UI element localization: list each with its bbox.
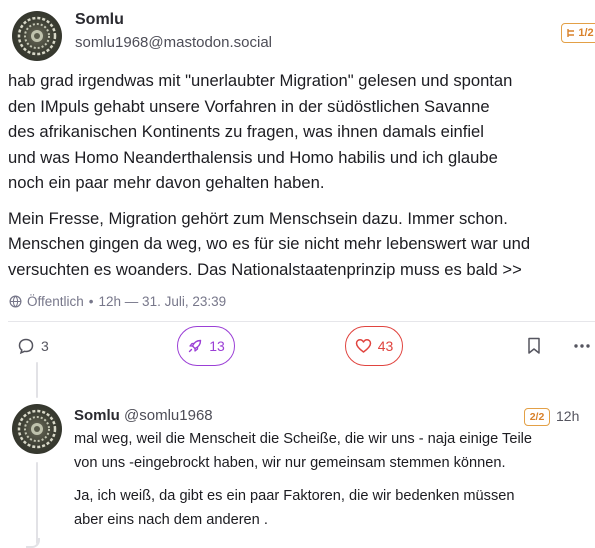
post-timestamp[interactable]: 12h — 31. Juli, 23:39: [99, 294, 227, 309]
rocket-icon: [189, 339, 202, 353]
bookmark-icon: [528, 337, 540, 354]
ellipsis-icon: [574, 344, 590, 348]
text-line: Ja, ich weiß, da gibt es ein paar Faktor…: [74, 488, 515, 504]
divider: [8, 321, 595, 322]
visibility-label[interactable]: Öffentlich: [27, 294, 84, 309]
author-handle[interactable]: somlu1968@mastodon.social: [75, 34, 272, 51]
reply-header: Somlu @somlu1968: [74, 407, 213, 424]
paragraph: Mein Fresse, Migration gehört zum Mensch…: [8, 206, 588, 283]
post-content: hab grad irgendwas mit "unerlaubter Migr…: [8, 68, 588, 282]
reply-time[interactable]: 12h: [556, 408, 579, 424]
text-line: Mein Fresse, Migration gehört zum Mensch…: [8, 208, 508, 228]
post-meta: Öffentlich • 12h — 31. Juli, 23:39: [9, 294, 226, 309]
thread-position: 2/2: [529, 411, 545, 423]
paragraph: hab grad irgendwas mit "unerlaubter Migr…: [8, 68, 588, 196]
thread-position: 1/2: [578, 27, 594, 39]
thread-line-end: [26, 538, 40, 548]
reply-count: 3: [41, 338, 49, 354]
text-line: von uns -eingebrockt haben, wir nur geme…: [74, 454, 506, 471]
text-line: versuchten es woanders. Das Nationalstaa…: [8, 259, 522, 279]
thread-position-badge: 2/2: [524, 408, 550, 426]
text-line: hab grad irgendwas mit "unerlaubter Migr…: [8, 71, 513, 90]
text-line: den IMpuls gehabt unsere Vorfahren in de…: [8, 96, 490, 116]
thread-icon: [567, 29, 575, 37]
boost-count: 13: [209, 338, 225, 354]
reply-icon: [18, 338, 34, 355]
avatar[interactable]: [12, 404, 62, 454]
favourite-button[interactable]: 43: [345, 326, 403, 366]
paragraph: mal weg, weil die Menscheit die Scheiße,…: [74, 428, 589, 475]
text-line: des afrikanischen Kontinents zu fragen, …: [8, 122, 484, 141]
more-button[interactable]: [586, 416, 595, 420]
boost-button[interactable]: 13: [177, 326, 235, 366]
heart-icon: [355, 339, 371, 353]
author-handle[interactable]: @somlu1968: [124, 407, 213, 424]
paragraph: Ja, ich weiß, da gibt es ein paar Faktor…: [74, 485, 589, 532]
reply-button[interactable]: 3: [17, 334, 49, 358]
meta-separator: •: [88, 294, 94, 309]
text-line: und was Homo Neanderthalensis und Homo h…: [8, 147, 498, 167]
text-line: mal weg, weil die Menscheit die Scheiße,…: [74, 431, 533, 447]
bookmark-button[interactable]: [524, 336, 544, 356]
author-name[interactable]: Somlu: [74, 407, 120, 424]
author-name[interactable]: Somlu: [75, 11, 124, 29]
thread-line: [36, 362, 38, 398]
globe-icon: [9, 295, 22, 308]
thread-line: [36, 462, 38, 544]
favourite-count: 43: [377, 338, 394, 354]
avatar-image: [17, 409, 57, 449]
text-line: noch ein paar mehr davon gehalten haben.: [8, 173, 325, 192]
thread-position-badge: 1/2: [561, 23, 595, 43]
avatar[interactable]: [12, 11, 62, 61]
text-line: Menschen gingen da weg, wo es für sie ni…: [8, 234, 531, 253]
more-button[interactable]: [572, 336, 592, 356]
text-line: aber eins nach dem anderen .: [74, 511, 268, 528]
avatar-image: [17, 16, 57, 56]
reply-content: mal weg, weil die Menscheit die Scheiße,…: [74, 428, 589, 532]
